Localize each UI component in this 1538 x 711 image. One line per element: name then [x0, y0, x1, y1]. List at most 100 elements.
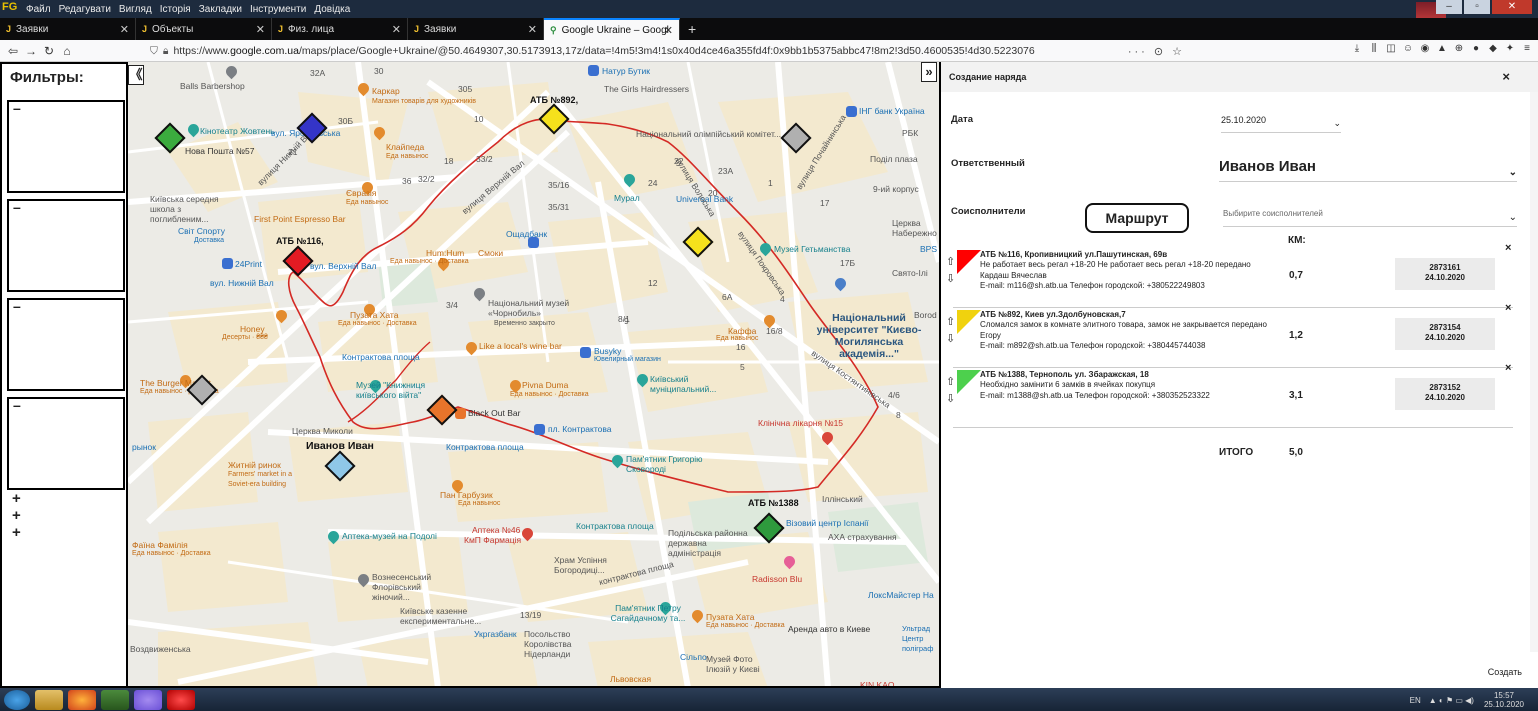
poi-label[interactable]: Radisson Blu [752, 574, 802, 584]
filter-collapse-icon[interactable]: – [13, 100, 21, 116]
poi-label[interactable]: Еда навынос · Доставка [510, 390, 589, 400]
poi-label[interactable]: Натур Бутик [602, 66, 650, 76]
order-row[interactable]: ⇧ ⇩ АТБ №116, Кропивницкий ул.Пашутинская… [946, 242, 1513, 308]
poi-label[interactable]: Контрактова площа [342, 352, 420, 362]
address-bar[interactable]: ⛉ 🔒︎ https://www.google.com.ua/maps/plac… [150, 42, 1195, 60]
poi-label[interactable]: Храм Успіння Богородиці... [554, 555, 614, 575]
chevron-down-icon[interactable]: ⌄ [1509, 212, 1517, 223]
square-icon[interactable] [534, 424, 545, 435]
panel-scrollbar[interactable] [1530, 92, 1538, 652]
poi-label[interactable]: Ультрад Центр поліграф [902, 624, 939, 654]
poi-label[interactable]: Аренда авто в Киеве [788, 624, 870, 634]
poi-label[interactable]: Еда навынос · Доставка [338, 319, 417, 329]
chevron-down-icon[interactable]: ⌄ [1509, 167, 1517, 178]
poi-label[interactable]: Євразія [346, 188, 376, 198]
order-id-box[interactable]: 2873152 24.10.2020 [1395, 378, 1495, 410]
arrow-down-icon[interactable]: ⇩ [946, 331, 958, 348]
poi-label[interactable]: Контрактова площа [576, 521, 654, 531]
menu-help[interactable]: Довідка [310, 4, 354, 15]
poi-label[interactable]: рынок [132, 442, 156, 452]
poi-label[interactable]: вул. Верхній Вал [310, 261, 376, 271]
back-icon[interactable]: ⇦ [4, 44, 22, 58]
add-filter-icon[interactable]: + [12, 507, 21, 524]
extension-icon[interactable]: ● [1469, 43, 1483, 54]
poi-label[interactable]: Black Out Bar [468, 408, 520, 418]
arrow-down-icon[interactable]: ⇩ [946, 271, 958, 288]
menu-bookmarks[interactable]: Закладки [195, 4, 246, 15]
tab-zayavki-2[interactable]: J Заявки ✕ [408, 18, 544, 40]
extension-icon[interactable]: ⊕ [1452, 43, 1466, 54]
poi-label[interactable]: Клайпеда [386, 142, 424, 152]
map-marker[interactable] [426, 394, 458, 426]
poi-label[interactable]: The Girls Hairdressers [604, 84, 689, 94]
remove-order-icon[interactable]: × [1505, 302, 1511, 314]
poi-label[interactable]: пл. Контрактова [548, 424, 612, 434]
route-button[interactable]: Маршрут [1085, 203, 1189, 233]
poi-label[interactable]: КмП Фармація [464, 535, 521, 545]
filter-collapse-icon[interactable]: – [13, 298, 21, 314]
menu-view[interactable]: Вигляд [115, 4, 156, 15]
menu-tools[interactable]: Інструменти [246, 4, 310, 15]
remove-order-icon[interactable]: × [1505, 242, 1511, 254]
order-id-box[interactable]: 2873154 24.10.2020 [1395, 318, 1495, 350]
marker-diamond[interactable] [426, 394, 458, 426]
poi-label[interactable]: Музей Гетьманства [774, 244, 850, 254]
responsible-select[interactable]: Иванов Иван ⌄ [1219, 158, 1517, 182]
map-marker[interactable] [186, 374, 218, 406]
start-button[interactable] [4, 689, 30, 710]
tab-zayavki-1[interactable]: J Заявки ✕ [0, 18, 136, 40]
poi-label[interactable]: First Point Espresso Bar [254, 214, 346, 224]
explorer-icon[interactable] [35, 689, 63, 710]
library-icon[interactable]: ⫼ [1367, 43, 1381, 54]
marker-diamond[interactable] [296, 112, 328, 144]
poi-label[interactable]: ЛоксМайстер На [868, 590, 934, 600]
arrow-up-icon[interactable]: ⇧ [946, 254, 958, 271]
arrow-up-icon[interactable]: ⇧ [946, 314, 958, 331]
page-actions[interactable]: ··· ⊙ ☆ [1128, 45, 1185, 58]
remove-order-icon[interactable]: × [1505, 362, 1511, 374]
poi-label[interactable]: Пам'ятник Григорію Сковороді [626, 454, 716, 474]
viber-icon[interactable] [134, 689, 162, 710]
account-icon[interactable]: ☺ [1401, 43, 1415, 54]
order-row[interactable]: ⇧ ⇩ АТБ №1388, Тернополь ул. Збаражская, … [946, 362, 1513, 428]
map-marker-atb-116[interactable] [282, 245, 314, 277]
poi-label[interactable]: Аптека-музей на Подолі [342, 531, 437, 541]
chevron-down-icon[interactable]: ⌄ [1333, 118, 1341, 129]
marker-diamond[interactable] [186, 374, 218, 406]
sidebar-icon[interactable]: ◫ [1384, 43, 1398, 54]
add-filter-icon[interactable]: + [12, 490, 21, 507]
poi-label[interactable]: Pivna Duma [522, 380, 568, 390]
poi-label[interactable]: Свято-Ілі [892, 268, 928, 278]
forward-icon[interactable]: → [22, 44, 40, 58]
poi-label[interactable]: Мурал [614, 193, 640, 203]
close-window-button[interactable]: ✕ [1492, 0, 1532, 14]
tray-icons[interactable]: ▲ ◐ ⚑ ▭ ◀) [1429, 696, 1474, 705]
poi-label[interactable]: Ощадбанк [506, 229, 547, 239]
map-marker[interactable] [780, 122, 812, 154]
date-field[interactable]: 25.10.2020 ⌄ [1221, 115, 1341, 133]
poi-label[interactable]: Каркар [372, 86, 400, 96]
poi-label[interactable]: Ювелирный магазин [594, 355, 661, 365]
url-text[interactable]: https://www.google.com.ua/maps/place/Goo… [173, 45, 1034, 57]
download-icon[interactable]: ⤓ [1350, 43, 1364, 54]
poi-label[interactable]: Farmers' market in a Soviet-era building [228, 470, 312, 490]
add-filter-icon[interactable]: + [12, 524, 21, 541]
marker-diamond[interactable] [154, 122, 186, 154]
jewelry-icon[interactable] [580, 347, 591, 358]
poi-label[interactable]: Еда навынос [386, 152, 428, 162]
extension-icon[interactable]: ◆ [1486, 43, 1500, 54]
map-marker[interactable] [682, 226, 714, 258]
poi-label[interactable]: вул. Нижній Вал [210, 278, 274, 288]
poi-label[interactable]: Balls Barbershop [180, 81, 245, 91]
home-icon[interactable]: ⌂ [58, 44, 76, 58]
poi-label[interactable]: Київська середня школа з поглибленим... [150, 194, 220, 224]
poi-label[interactable]: Магазин товарів для художників [372, 97, 476, 107]
poi-label[interactable]: Подільська районна державна адміністраці… [668, 528, 752, 558]
poi-label[interactable]: ІНГ банк Україна [859, 106, 925, 116]
tab-obekty[interactable]: J Объекты ✕ [136, 18, 272, 40]
map-marker[interactable] [296, 112, 328, 144]
arrow-down-icon[interactable]: ⇩ [946, 391, 958, 408]
filter-collapse-icon[interactable]: – [13, 397, 21, 413]
reload-icon[interactable]: ↻ [40, 44, 58, 58]
filter-box[interactable]: – [7, 100, 125, 193]
